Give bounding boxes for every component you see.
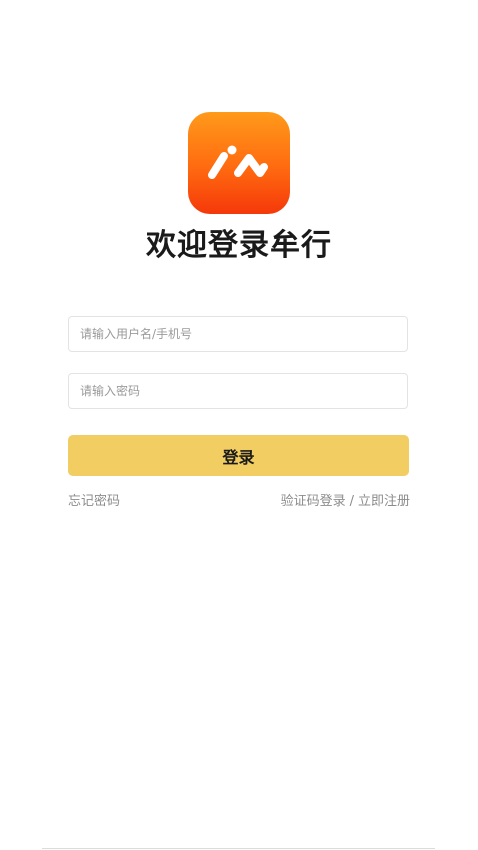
app-logo-icon	[188, 112, 290, 214]
bottom-divider	[42, 848, 435, 849]
password-input[interactable]	[69, 374, 407, 408]
username-input[interactable]	[69, 317, 407, 351]
forgot-password-link[interactable]: 忘记密码	[68, 492, 120, 512]
link-separator: /	[349, 494, 354, 509]
register-link[interactable]: 立即注册	[358, 494, 410, 509]
sms-login-link[interactable]: 验证码登录	[281, 494, 346, 509]
welcome-title: 欢迎登录牟行	[146, 228, 332, 263]
auth-links-row: 忘记密码 验证码登录 / 立即注册	[68, 492, 410, 512]
username-field[interactable]	[68, 316, 408, 352]
login-button[interactable]: 登录	[68, 435, 409, 476]
mountain-logo-icon	[208, 145, 268, 179]
alternate-auth-links: 验证码登录 / 立即注册	[281, 492, 410, 512]
login-screen: 欢迎登录牟行 登录 忘记密码 验证码登录/ 立即注册	[0, 0, 478, 850]
password-field[interactable]	[68, 373, 408, 409]
